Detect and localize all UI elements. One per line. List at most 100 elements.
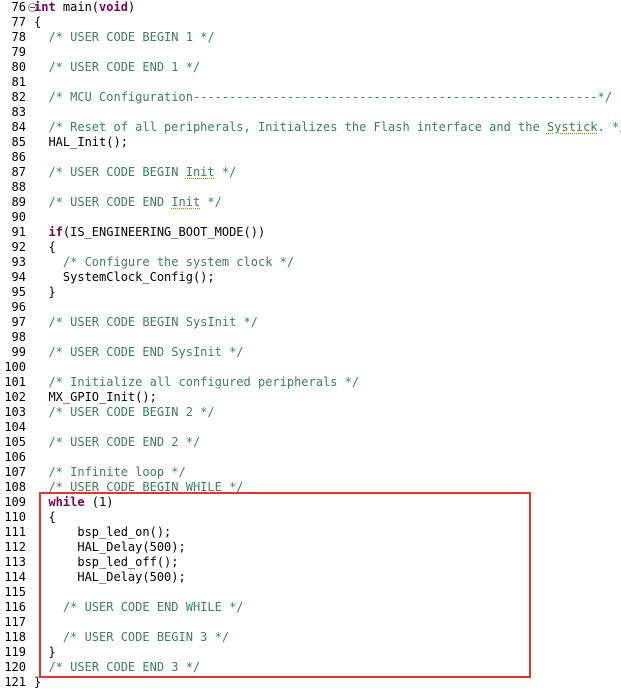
code-token: } bbox=[34, 645, 56, 659]
code-line[interactable]: 117 bbox=[0, 615, 621, 630]
code-line[interactable]: 103 /* USER CODE BEGIN 2 */ bbox=[0, 405, 621, 420]
code-lines-container[interactable]: 76 int main(void) 77 {78 /* USER CODE BEGIN… bbox=[0, 0, 621, 689]
line-text: /* USER CODE END SysInit */ bbox=[34, 345, 243, 360]
code-line[interactable]: 84 /* Reset of all peripherals, Initiali… bbox=[0, 120, 621, 135]
code-line[interactable]: 106 bbox=[0, 450, 621, 465]
code-line[interactable]: 108 /* USER CODE BEGIN WHILE */ bbox=[0, 480, 621, 495]
code-token: /* USER CODE BEGIN 1 */ bbox=[34, 30, 215, 44]
code-token: /* USER CODE BEGIN SysInit */ bbox=[34, 315, 258, 329]
code-line[interactable]: 93 /* Configure the system clock */ bbox=[0, 255, 621, 270]
code-token: bsp_led_on(); bbox=[34, 525, 172, 539]
code-token: { bbox=[34, 15, 42, 29]
line-number: 76 bbox=[11, 0, 26, 14]
code-line[interactable]: 86 bbox=[0, 150, 621, 165]
line-text: HAL_Delay(500); bbox=[34, 570, 185, 585]
line-number: 109 bbox=[4, 495, 26, 509]
code-line[interactable]: 82 /* MCU Configuration-----------------… bbox=[0, 90, 621, 105]
code-token: /* USER CODE END bbox=[34, 195, 172, 209]
code-line[interactable]: 118 /* USER CODE BEGIN 3 */ bbox=[0, 630, 621, 645]
code-token: void bbox=[99, 0, 128, 14]
code-editor[interactable]: 76 int main(void) 77 {78 /* USER CODE BEGIN… bbox=[0, 0, 621, 689]
line-text: bsp_led_on(); bbox=[34, 525, 171, 540]
line-text: /* USER CODE END WHILE */ bbox=[34, 600, 244, 615]
code-line[interactable]: 76 int main(void) bbox=[0, 0, 621, 15]
code-token: Systick bbox=[546, 120, 598, 134]
code-line[interactable]: 100 bbox=[0, 360, 621, 375]
code-line[interactable]: 91 if(IS_ENGINEERING_BOOT_MODE()) bbox=[0, 225, 621, 240]
line-number: 86 bbox=[11, 150, 26, 164]
code-line[interactable]: 120 /* USER CODE END 3 */ bbox=[0, 660, 621, 675]
code-line[interactable]: 83 bbox=[0, 105, 621, 120]
code-line[interactable]: 81 bbox=[0, 75, 621, 90]
code-token: (1) bbox=[84, 495, 114, 509]
code-token: /* USER CODE BEGIN WHILE */ bbox=[34, 480, 244, 494]
code-line[interactable]: 113 bsp_led_off(); bbox=[0, 555, 621, 570]
line-text: /* USER CODE BEGIN SysInit */ bbox=[34, 315, 258, 330]
code-line[interactable]: 79 bbox=[0, 45, 621, 60]
code-line[interactable]: 90 bbox=[0, 210, 621, 225]
line-number: 87 bbox=[11, 165, 26, 179]
line-number: 88 bbox=[11, 180, 26, 194]
line-number: 115 bbox=[4, 585, 26, 599]
code-line[interactable]: 80 /* USER CODE END 1 */ bbox=[0, 60, 621, 75]
code-line[interactable]: 112 HAL_Delay(500); bbox=[0, 540, 621, 555]
line-text: { bbox=[34, 15, 41, 30]
line-number: 103 bbox=[4, 405, 26, 419]
code-line[interactable]: 105 /* USER CODE END 2 */ bbox=[0, 435, 621, 450]
code-line[interactable]: 89 /* USER CODE END Init */ bbox=[0, 195, 621, 210]
line-number: 82 bbox=[11, 90, 26, 104]
code-token: /* Configure the system clock */ bbox=[34, 255, 295, 269]
code-line[interactable]: 94 SystemClock_Config(); bbox=[0, 270, 621, 285]
code-line[interactable]: 99 /* USER CODE END SysInit */ bbox=[0, 345, 621, 360]
code-line[interactable]: 96 bbox=[0, 300, 621, 315]
line-number: 80 bbox=[11, 60, 26, 74]
code-line[interactable]: 104 bbox=[0, 420, 621, 435]
line-number: 96 bbox=[11, 300, 26, 314]
code-token: Init bbox=[185, 165, 215, 179]
code-line[interactable]: 97 /* USER CODE BEGIN SysInit */ bbox=[0, 315, 621, 330]
code-line[interactable]: 110 { bbox=[0, 510, 621, 525]
code-token: (IS_ENGINEERING_BOOT_MODE()) bbox=[62, 225, 266, 239]
line-number: 83 bbox=[11, 105, 26, 119]
code-token: */ bbox=[200, 195, 222, 209]
code-line[interactable]: 101 /* Initialize all configured periphe… bbox=[0, 375, 621, 390]
code-line[interactable]: 78 /* USER CODE BEGIN 1 */ bbox=[0, 30, 621, 45]
code-token: Init bbox=[171, 195, 201, 209]
code-token: /* USER CODE END WHILE */ bbox=[34, 600, 244, 614]
line-number: 102 bbox=[4, 390, 26, 404]
line-number: 93 bbox=[11, 255, 26, 269]
code-line[interactable]: 109 while (1) bbox=[0, 495, 621, 510]
code-line[interactable]: 114 HAL_Delay(500); bbox=[0, 570, 621, 585]
code-token: /* Initialize all configured peripherals… bbox=[34, 375, 360, 389]
code-token: SystemClock_Config(); bbox=[34, 270, 215, 284]
line-number: 77 bbox=[11, 15, 26, 29]
code-line[interactable]: 102 MX_GPIO_Init(); bbox=[0, 390, 621, 405]
code-line[interactable]: 87 /* USER CODE BEGIN Init */ bbox=[0, 165, 621, 180]
line-number: 81 bbox=[11, 75, 26, 89]
line-number: 119 bbox=[4, 645, 26, 659]
code-line[interactable]: 92 { bbox=[0, 240, 621, 255]
line-number: 111 bbox=[4, 525, 26, 539]
code-line[interactable]: 116 /* USER CODE END WHILE */ bbox=[0, 600, 621, 615]
line-number: 101 bbox=[4, 375, 26, 389]
line-number: 100 bbox=[4, 360, 26, 374]
line-text: while (1) bbox=[34, 495, 113, 510]
code-token: bsp_led_off(); bbox=[34, 555, 179, 569]
code-line[interactable]: 107 /* Infinite loop */ bbox=[0, 465, 621, 480]
line-number: 98 bbox=[11, 330, 26, 344]
code-line[interactable]: 119 } bbox=[0, 645, 621, 660]
code-line[interactable]: 111 bsp_led_on(); bbox=[0, 525, 621, 540]
code-line[interactable]: 77 { bbox=[0, 15, 621, 30]
code-line[interactable]: 88 bbox=[0, 180, 621, 195]
line-number: 99 bbox=[11, 345, 26, 359]
line-number: 85 bbox=[11, 135, 26, 149]
code-line[interactable]: 115 bbox=[0, 585, 621, 600]
code-token: . */ bbox=[597, 120, 621, 134]
code-line[interactable]: 98 bbox=[0, 330, 621, 345]
line-text: /* USER CODE END Init */ bbox=[34, 195, 222, 210]
line-text: /* Reset of all peripherals, Initializes… bbox=[34, 120, 621, 135]
code-line[interactable]: 85 HAL_Init(); bbox=[0, 135, 621, 150]
line-text: /* USER CODE BEGIN 1 */ bbox=[34, 30, 215, 45]
code-line[interactable]: 95 } bbox=[0, 285, 621, 300]
line-text: /* Infinite loop */ bbox=[34, 465, 185, 480]
